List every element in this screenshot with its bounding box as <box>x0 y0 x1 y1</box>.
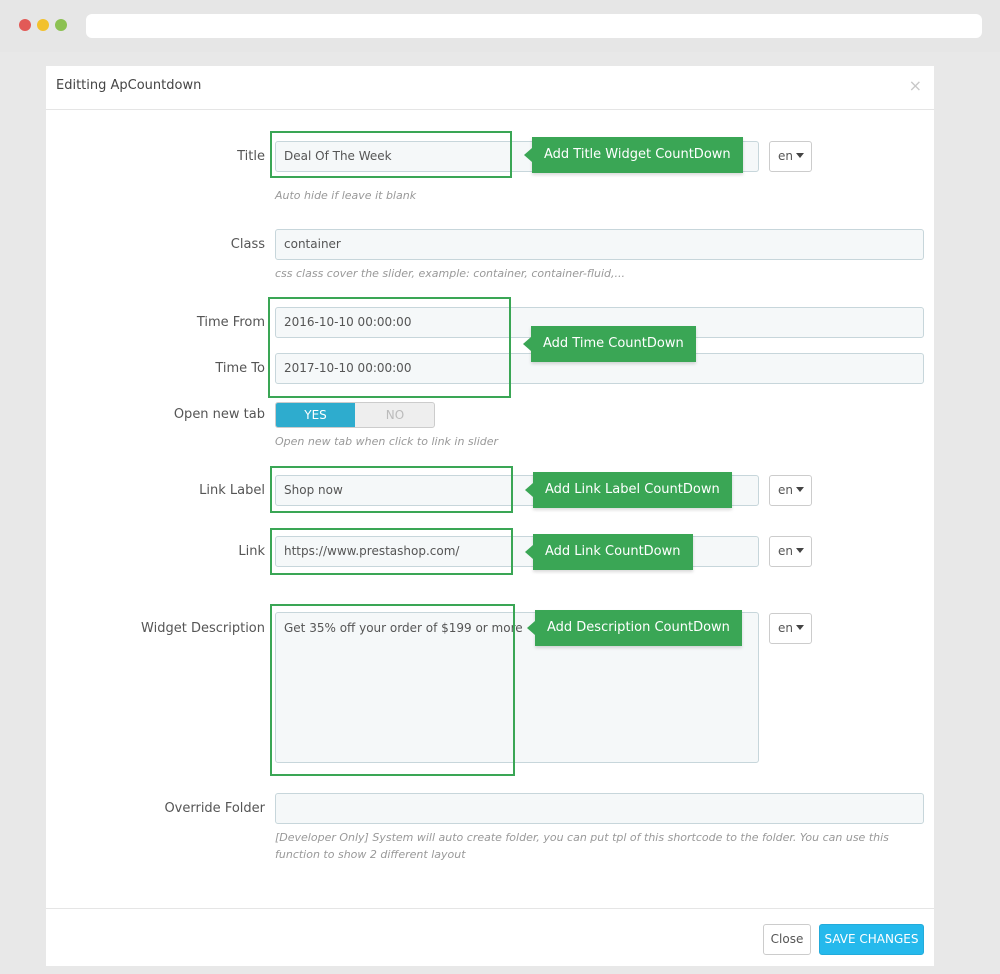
description-language-select[interactable]: en <box>769 613 812 644</box>
browser-chrome <box>0 0 1000 52</box>
link-label-label: Link Label <box>199 483 265 498</box>
open-new-tab-yes-option[interactable]: YES <box>276 403 355 427</box>
time-to-label: Time To <box>215 361 265 376</box>
override-folder-input[interactable] <box>275 793 924 824</box>
caret-down-icon <box>796 487 804 492</box>
description-highlight-box <box>270 604 515 776</box>
time-highlight-box <box>268 297 511 398</box>
caret-down-icon <box>796 153 804 158</box>
link-label-callout: Add Link Label CountDown <box>525 472 732 508</box>
address-bar[interactable] <box>86 14 982 38</box>
link-label-language-select[interactable]: en <box>769 475 812 506</box>
modal-title: Editting ApCountdown <box>56 78 202 93</box>
language-code: en <box>778 149 793 163</box>
edit-countdown-modal: Editting ApCountdown × Title Deal Of The… <box>46 66 934 966</box>
title-highlight-box <box>270 131 512 178</box>
link-language-select[interactable]: en <box>769 536 812 567</box>
language-code: en <box>778 621 793 635</box>
title-help-text: Auto hide if leave it blank <box>275 189 417 202</box>
caret-down-icon <box>796 625 804 630</box>
open-new-tab-no-option[interactable]: NO <box>356 403 434 427</box>
open-new-tab-switch[interactable]: YES NO <box>275 402 435 428</box>
description-callout: Add Description CountDown <box>527 610 742 646</box>
close-button[interactable]: Close <box>763 924 811 955</box>
title-callout: Add Title Widget CountDown <box>524 137 743 173</box>
language-code: en <box>778 544 793 558</box>
link-label-highlight-box <box>270 466 513 513</box>
language-code: en <box>778 483 793 497</box>
time-from-label: Time From <box>196 315 265 330</box>
override-folder-label: Override Folder <box>164 801 265 816</box>
save-changes-button[interactable]: SAVE CHANGES <box>819 924 924 955</box>
window-maximize-dot[interactable] <box>55 19 67 31</box>
open-new-tab-help-text: Open new tab when click to link in slide… <box>275 435 499 448</box>
title-label: Title <box>237 149 265 164</box>
time-callout: Add Time CountDown <box>523 326 696 362</box>
window-close-dot[interactable] <box>19 19 31 31</box>
modal-footer: Close SAVE CHANGES <box>46 908 934 966</box>
override-folder-help-text: [Developer Only] System will auto create… <box>275 831 889 861</box>
title-language-select[interactable]: en <box>769 141 812 172</box>
link-highlight-box <box>270 528 513 575</box>
close-icon[interactable]: × <box>909 76 922 95</box>
open-new-tab-label: Open new tab <box>173 407 265 422</box>
caret-down-icon <box>796 548 804 553</box>
modal-header: Editting ApCountdown × <box>46 66 934 110</box>
widget-description-label: Widget Description <box>141 621 265 636</box>
class-label: Class <box>230 237 265 252</box>
class-input[interactable]: container <box>275 229 924 260</box>
window-minimize-dot[interactable] <box>37 19 49 31</box>
class-help-text: css class cover the slider, example: con… <box>275 267 625 280</box>
link-callout: Add Link CountDown <box>525 534 693 570</box>
link-field-label: Link <box>238 544 265 559</box>
